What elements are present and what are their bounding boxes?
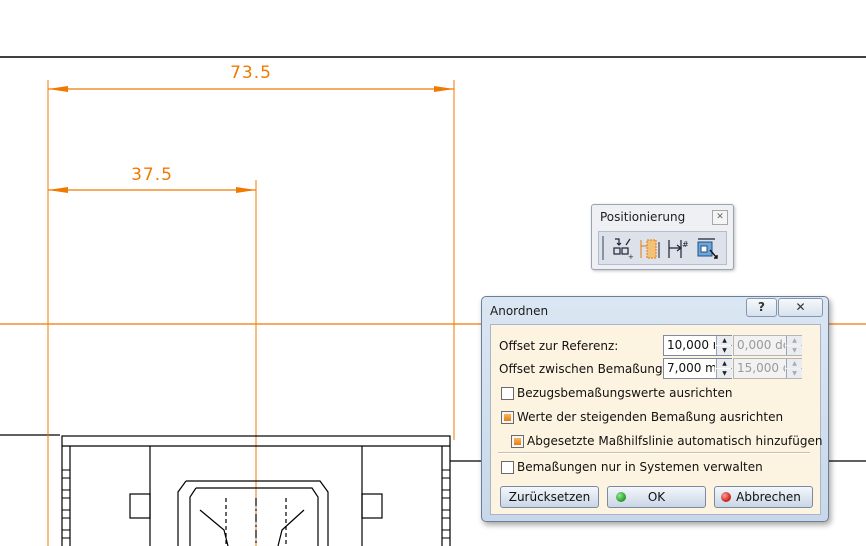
option-manage-in-systems[interactable]: Bemaßungen nur in Systemen verwalten <box>517 460 763 474</box>
offset-between-angle-arrows: ▲ ▼ <box>786 359 802 378</box>
offset-between-arrows[interactable]: ▲ ▼ <box>716 359 732 378</box>
ok-icon <box>616 492 626 502</box>
arrange-dialog: Anordnen ? ✕ Offset zur Referenz: 10,000… <box>481 296 829 522</box>
close-button[interactable]: ✕ <box>778 298 823 317</box>
spin-down-icon: ▼ <box>786 346 802 355</box>
reference-offset-icon[interactable] <box>639 236 663 260</box>
spin-down-icon[interactable]: ▼ <box>716 346 732 355</box>
align-dimensions-icon[interactable]: + <box>611 236 635 260</box>
spin-up-icon[interactable]: ▲ <box>716 336 732 345</box>
svg-text:#: # <box>682 240 689 249</box>
offset-reference-value[interactable]: 10,000 mm <box>667 338 715 352</box>
toolbar-title: Positionierung <box>600 210 686 224</box>
help-button[interactable]: ? <box>746 298 777 317</box>
toolbar-strip: + # <box>598 231 727 265</box>
offset-reference-angle-spinner: 0,000 deg ▲ ▼ <box>733 335 802 356</box>
offset-reference-angle-value: 0,000 deg <box>737 338 785 352</box>
ok-button[interactable]: OK <box>607 486 706 508</box>
option-auto-add-offset-extension[interactable]: Abgesetzte Maßhilfslinie automatisch hin… <box>527 434 822 448</box>
spin-down-icon[interactable]: ▼ <box>716 369 732 378</box>
spin-up-icon: ▲ <box>786 336 802 345</box>
offset-between-value[interactable]: 7,000 mm <box>667 361 715 375</box>
separator <box>498 452 810 454</box>
svg-text:+: + <box>628 253 634 260</box>
cancel-button-label: Abbrechen <box>736 490 801 504</box>
close-icon[interactable]: ✕ <box>712 210 728 225</box>
dialog-body: Offset zur Referenz: 10,000 mm ▲ ▼ 0,000… <box>490 324 822 515</box>
offset-reference-angle-arrows: ▲ ▼ <box>786 336 802 355</box>
spin-up-icon: ▲ <box>786 359 802 368</box>
checkbox-auto-add-offset-extension[interactable] <box>511 435 524 448</box>
auto-arrange-icon[interactable] <box>695 236 719 260</box>
option-align-cumulative-values[interactable]: Werte der steigenden Bemaßung ausrichten <box>517 410 783 424</box>
offset-between-angle-value: 15,000 deg <box>737 361 785 375</box>
reset-button[interactable]: Zurücksetzen <box>500 486 599 508</box>
checkbox-align-cumulative-values[interactable] <box>501 411 514 424</box>
dimension-outer[interactable]: 73.5 <box>48 63 454 92</box>
offset-between-angle-spinner: 15,000 deg ▲ ▼ <box>733 358 802 379</box>
cancel-icon <box>721 492 731 502</box>
offset-between-spinner[interactable]: 7,000 mm ▲ ▼ <box>663 358 732 379</box>
dialog-title: Anordnen <box>490 304 549 318</box>
cancel-button[interactable]: Abbrechen <box>714 486 813 508</box>
dimension-line-icon[interactable]: # <box>665 236 689 260</box>
dimension-outer-text: 73.5 <box>230 63 272 83</box>
offset-reference-spinner[interactable]: 10,000 mm ▲ ▼ <box>663 335 732 356</box>
spin-up-icon[interactable]: ▲ <box>716 359 732 368</box>
reset-button-label: Zurücksetzen <box>508 490 591 504</box>
dimension-inner[interactable]: 37.5 <box>48 165 256 193</box>
option-align-reference-values[interactable]: Bezugsbemaßungswerte ausrichten <box>517 386 732 400</box>
toolbar-grip[interactable] <box>602 236 604 260</box>
checkbox-align-reference-values[interactable] <box>501 387 514 400</box>
offset-reference-arrows[interactable]: ▲ ▼ <box>716 336 732 355</box>
positioning-toolbar: Positionierung ✕ + # <box>591 204 734 270</box>
dimension-inner-text: 37.5 <box>131 165 173 185</box>
checkbox-manage-in-systems[interactable] <box>501 461 514 474</box>
offset-between-label: Offset zwischen Bemaßungen: <box>499 362 682 376</box>
offset-reference-label: Offset zur Referenz: <box>499 339 619 353</box>
spin-down-icon: ▼ <box>786 369 802 378</box>
ok-button-label: OK <box>647 490 666 504</box>
